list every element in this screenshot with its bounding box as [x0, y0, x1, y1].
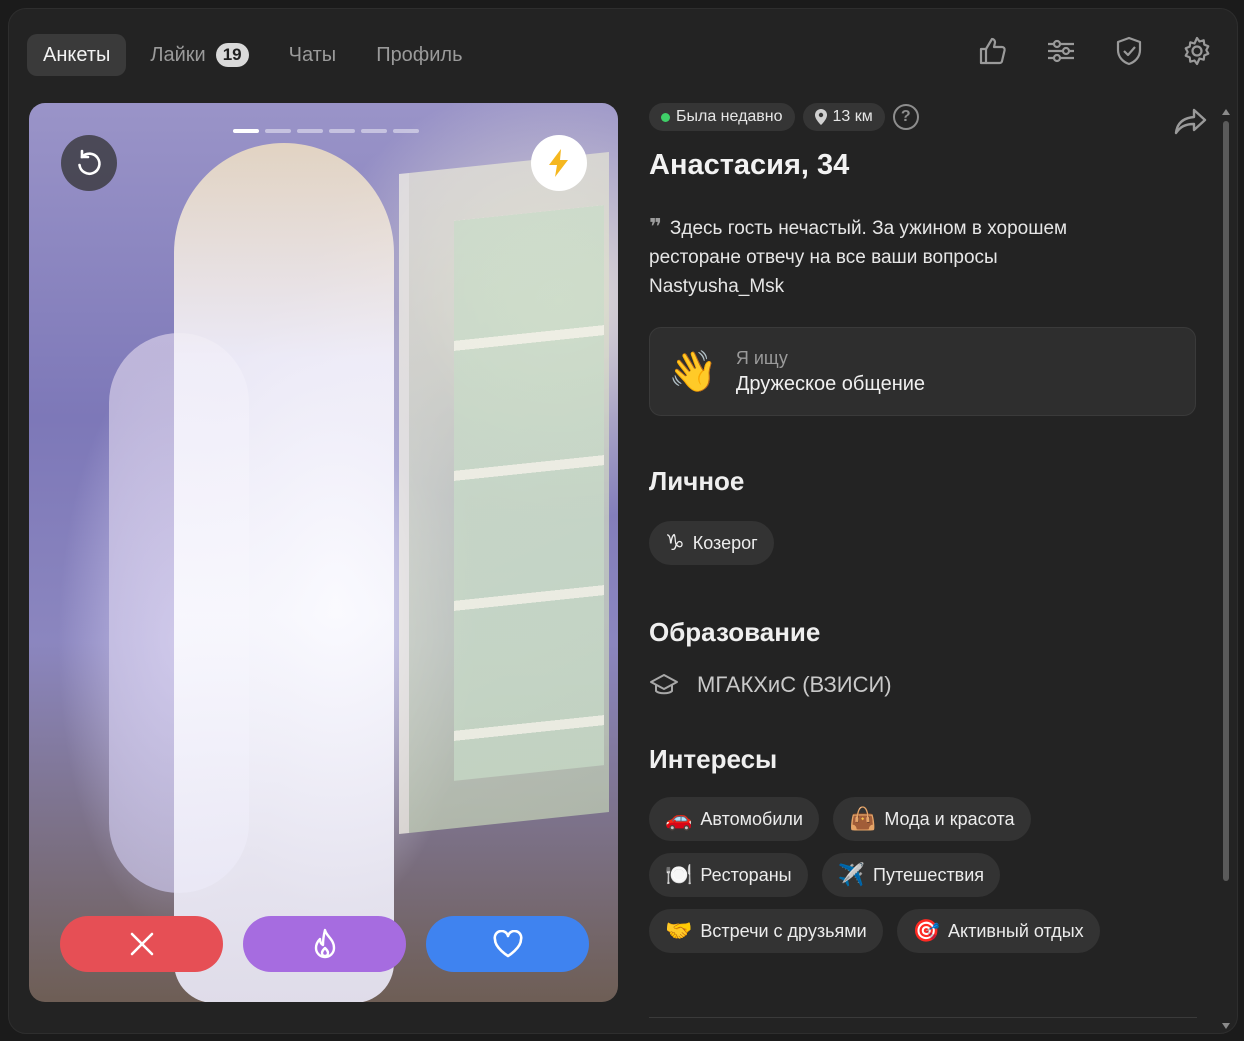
education-text: МГАКХиС (ВЗИСИ) [697, 672, 892, 697]
interest-pill: 🎯 Активный отдых [896, 909, 1100, 953]
target-icon: 🎯 [912, 918, 941, 943]
quote-icon: ❞ [649, 214, 662, 239]
profile-bio-text: Здесь гость нечастый. За ужином в хороше… [649, 218, 1068, 297]
education-section-title: Образование [649, 617, 821, 647]
distance-chip: 13 км [802, 103, 885, 131]
profile-info: Была недавно 13 км ? Анастасия, 34 ❞ Здес… [649, 103, 1209, 953]
tab-profiles[interactable]: Анкеты [27, 34, 127, 76]
activity-status-text: Была недавно [676, 108, 783, 125]
looking-for-value: Дружеское общение [735, 372, 926, 395]
online-dot-icon [661, 112, 670, 122]
share-button[interactable] [1173, 105, 1209, 137]
graduation-cap-icon [650, 674, 678, 695]
handshake-icon: 🤝 [665, 918, 693, 943]
filters-icon[interactable] [1045, 35, 1077, 67]
tab-profiles-label: Анкеты [43, 43, 111, 66]
section-divider [649, 1017, 1197, 1018]
share-arrow-icon [1174, 108, 1207, 135]
dislike-button[interactable] [60, 916, 223, 972]
looking-for-label: Я ищу [735, 347, 788, 368]
photo-figure [174, 143, 394, 1002]
tab-likes[interactable]: Лайки 19 [134, 34, 264, 76]
undo-button[interactable] [61, 135, 117, 191]
interest-label: Автомобили [700, 808, 803, 829]
shield-check-icon[interactable] [1113, 35, 1145, 67]
photo-dot-6[interactable] [393, 129, 419, 133]
scroll-up-arrow[interactable] [1222, 109, 1230, 115]
interest-pill: 🤝 Встречи с друзьями [649, 909, 883, 953]
capricorn-icon: ♑ [665, 530, 685, 555]
tab-chats-label: Чаты [288, 43, 337, 66]
looking-for-text: Я ищу Дружеское общение [736, 348, 925, 396]
like-button[interactable] [426, 916, 589, 972]
interests-section-title: Интересы [649, 744, 778, 774]
tab-profile[interactable]: Профиль [360, 34, 478, 76]
superlike-button[interactable] [243, 916, 406, 972]
car-icon: 🚗 [665, 806, 693, 831]
tab-chats[interactable]: Чаты [273, 34, 353, 76]
profile-bio: ❞ Здесь гость нечастый. За ужином в хорош… [649, 212, 1129, 301]
plate-icon: 🍽️ [665, 862, 693, 887]
personal-pills: ♑ Козерог [649, 521, 1169, 565]
tab-likes-label: Лайки [150, 43, 206, 66]
tab-profile-label: Профиль [376, 43, 463, 66]
top-toolbar [977, 35, 1213, 67]
looking-for-card: 👋 Я ищу Дружеское общение [649, 327, 1196, 416]
interest-label: Путешествия [873, 864, 985, 885]
distance-text: 13 км [832, 108, 873, 125]
waving-hand-icon: 👋 [668, 350, 718, 394]
activity-status-chip: Была недавно [649, 103, 795, 131]
interest-pill: 🍽️ Рестораны [649, 853, 808, 897]
app-window: Анкеты Лайки 19 Чаты Профиль Была недавн… [8, 8, 1238, 1034]
photo-dot-1[interactable] [233, 129, 259, 133]
heart-icon [492, 930, 523, 958]
photo-dot-3[interactable] [297, 129, 323, 133]
interest-label: Встречи с друзьями [700, 920, 867, 941]
photo-dot-4[interactable] [329, 129, 355, 133]
top-nav: Анкеты Лайки 19 Чаты Профиль [27, 34, 479, 76]
close-icon [130, 932, 153, 956]
fire-icon [314, 928, 335, 959]
interest-label: Мода и красота [884, 808, 1015, 829]
interest-label: Активный отдых [948, 920, 1084, 941]
profile-photo[interactable] [29, 103, 618, 1002]
scroll-down-arrow[interactable] [1222, 1023, 1230, 1029]
status-row: Была недавно 13 км ? [649, 103, 1209, 131]
help-button[interactable]: ? [892, 104, 919, 130]
interests-pills: 🚗 Автомобили 👜 Мода и красота 🍽️ Рестора… [649, 797, 1169, 953]
zodiac-pill: ♑ Козерог [649, 521, 774, 565]
boost-button[interactable] [531, 135, 587, 191]
personal-section-title: Личное [649, 466, 745, 496]
gear-icon[interactable] [1181, 35, 1213, 67]
interest-pill: 🚗 Автомобили [649, 797, 819, 841]
photo-dot-5[interactable] [361, 129, 387, 133]
location-pin-icon [814, 109, 827, 125]
education-row: МГАКХиС (ВЗИСИ) [649, 672, 1209, 698]
interest-label: Рестораны [700, 864, 792, 885]
likes-count-badge: 19 [215, 43, 249, 67]
photo-dot-2[interactable] [265, 129, 291, 133]
thumbs-up-icon[interactable] [977, 35, 1009, 67]
zodiac-label: Козерог [692, 532, 758, 553]
interest-pill: ✈️ Путешествия [821, 853, 1001, 897]
lightning-icon [549, 149, 568, 177]
interest-pill: 👜 Мода и красота [832, 797, 1031, 841]
scrollbar-thumb[interactable] [1223, 121, 1229, 881]
photo-background-glass [454, 205, 604, 781]
airplane-icon: ✈️ [837, 862, 865, 887]
profile-name: Анастасия, 34 [649, 149, 850, 181]
handbag-icon: 👜 [848, 806, 877, 831]
photo-pagination [233, 129, 419, 133]
undo-icon [78, 149, 101, 175]
action-buttons [60, 916, 589, 972]
